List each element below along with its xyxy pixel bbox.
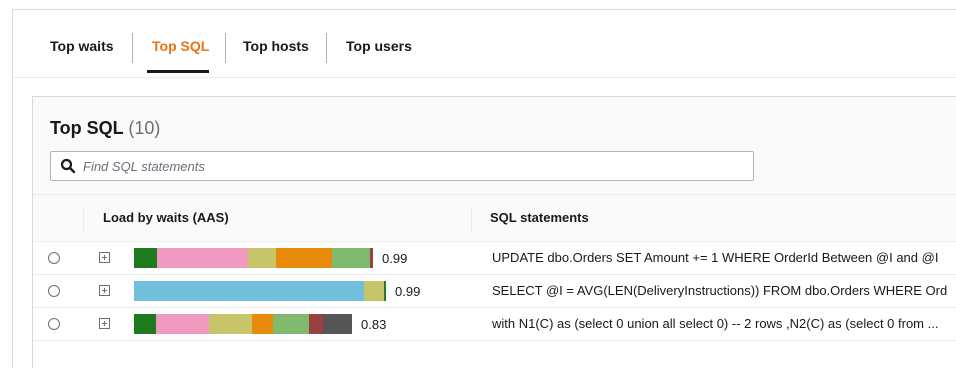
table-row[interactable]: 0.99 UPDATE dbo.Orders SET Amount += 1 W… — [33, 242, 956, 275]
tab-top-sql[interactable]: Top SQL — [152, 38, 209, 54]
load-bar-segment — [156, 314, 209, 334]
load-bar-segment — [134, 281, 364, 301]
row-select-radio[interactable] — [48, 285, 60, 297]
active-tab-underline — [147, 70, 209, 73]
tab-top-waits[interactable]: Top waits — [50, 38, 114, 54]
column-separator — [83, 207, 84, 231]
load-value: 0.99 — [382, 251, 408, 266]
load-bar-segment — [134, 314, 156, 334]
row-select-radio[interactable] — [48, 252, 60, 264]
load-bar-segment — [209, 314, 252, 334]
load-value: 0.83 — [361, 317, 387, 332]
load-bar — [134, 281, 386, 301]
load-bar-segment — [364, 281, 384, 301]
expand-icon[interactable] — [99, 318, 110, 329]
tab-top-hosts[interactable]: Top hosts — [243, 38, 309, 54]
load-bar-segment — [370, 248, 373, 268]
tab-separator — [326, 33, 327, 63]
column-header-sql[interactable]: SQL statements — [490, 210, 589, 225]
expand-icon[interactable] — [99, 252, 110, 263]
expand-icon[interactable] — [99, 285, 110, 296]
search-box[interactable] — [50, 151, 754, 181]
row-select-radio[interactable] — [48, 318, 60, 330]
load-bar-segment — [157, 248, 248, 268]
tab-top-users[interactable]: Top users — [346, 38, 412, 54]
load-bar-segment — [252, 314, 273, 334]
tab-separator — [225, 33, 226, 63]
load-bar-segment — [323, 314, 352, 334]
tab-bar-divider — [13, 77, 956, 78]
sql-statement-text: UPDATE dbo.Orders SET Amount += 1 WHERE … — [492, 250, 939, 265]
column-separator — [471, 207, 472, 231]
load-bar-segment — [248, 248, 276, 268]
sql-statement-text: with N1(C) as (select 0 union all select… — [492, 316, 939, 331]
table-row[interactable]: 0.83 with N1(C) as (select 0 union all s… — [33, 308, 956, 341]
panel-title-count: (10) — [128, 118, 161, 138]
table-header: Load by waits (AAS) SQL statements — [33, 194, 956, 242]
search-icon — [60, 158, 76, 174]
load-bar — [134, 248, 373, 268]
load-value: 0.99 — [395, 284, 421, 299]
column-header-load[interactable]: Load by waits (AAS) — [103, 210, 229, 225]
load-bar-segment — [384, 281, 386, 301]
sql-statement-link[interactable]: with N1(C) as (select 0 union all select… — [492, 316, 956, 331]
panel-title-text: Top SQL — [50, 118, 124, 138]
table-row[interactable]: 0.99 SELECT @I = AVG(LEN(DeliveryInstruc… — [33, 275, 956, 308]
load-bar-segment — [273, 314, 309, 334]
load-bar — [134, 314, 352, 334]
sql-statement-link[interactable]: SELECT @I = AVG(LEN(DeliveryInstructions… — [492, 283, 956, 298]
tab-bar: Top waits Top SQL Top hosts Top users — [13, 10, 956, 78]
top-sql-frame: Top waits Top SQL Top hosts Top users To… — [12, 9, 956, 368]
top-sql-table: Load by waits (AAS) SQL statements 0.99 … — [33, 194, 956, 368]
load-bar-segment — [134, 248, 157, 268]
sql-statement-text: SELECT @I = AVG(LEN(DeliveryInstructions… — [492, 283, 948, 298]
tab-separator — [132, 33, 133, 63]
load-bar-segment — [276, 248, 332, 268]
search-input[interactable] — [83, 152, 743, 180]
panel-title: Top SQL (10) — [50, 118, 160, 139]
load-bar-segment — [309, 314, 323, 334]
top-sql-panel: Top SQL (10) Load by waits (AAS) SQL sta… — [32, 96, 956, 368]
sql-statement-link[interactable]: UPDATE dbo.Orders SET Amount += 1 WHERE … — [492, 250, 956, 265]
load-bar-segment — [332, 248, 370, 268]
